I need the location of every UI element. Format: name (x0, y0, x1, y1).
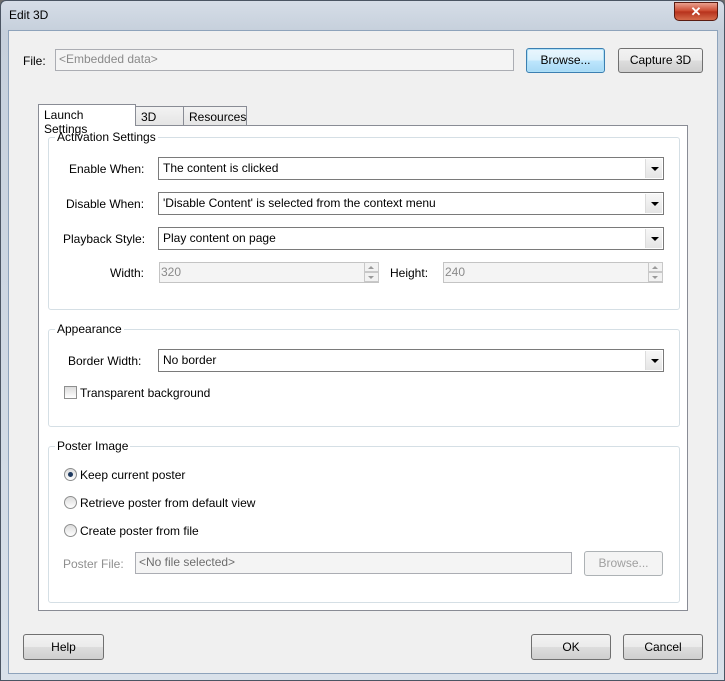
enable-when-value: The content is clicked (163, 161, 279, 175)
border-width-dropdown[interactable]: No border (158, 349, 664, 372)
playback-style-value: Play content on page (163, 231, 276, 245)
retrieve-poster-radio[interactable] (64, 496, 77, 509)
appearance-group: Appearance (48, 322, 680, 427)
retrieve-poster-label: Retrieve poster from default view (80, 496, 256, 510)
create-poster-radio[interactable] (64, 524, 77, 537)
enable-when-label: Enable When: (69, 162, 145, 176)
launch-settings-panel: Activation Settings Enable When: The con… (38, 125, 688, 611)
tab-resources[interactable]: Resources (183, 106, 247, 127)
enable-when-dropdown[interactable]: The content is clicked (158, 157, 664, 180)
spin-down-icon[interactable] (364, 272, 379, 282)
poster-browse-button[interactable]: Browse... (584, 551, 663, 576)
transparent-background-checkbox[interactable] (64, 386, 77, 399)
height-label: Height: (390, 266, 429, 280)
help-button[interactable]: Help (23, 634, 104, 660)
window-title: Edit 3D (9, 8, 49, 22)
edit-3d-dialog: Edit 3D ✕ File: <Embedded data> Browse..… (0, 0, 725, 681)
chevron-down-icon[interactable] (645, 159, 662, 178)
poster-file-label: Poster File: (63, 557, 124, 571)
keep-current-poster-label: Keep current poster (80, 468, 186, 482)
width-label: Width: (110, 266, 145, 280)
browse-button[interactable]: Browse... (526, 48, 605, 73)
border-width-value: No border (163, 353, 217, 367)
keep-current-poster-radio[interactable] (64, 468, 77, 481)
poster-file-field[interactable]: <No file selected> (135, 552, 572, 574)
ok-button[interactable]: OK (531, 634, 611, 660)
disable-when-value: 'Disable Content' is selected from the c… (163, 196, 436, 210)
create-poster-label: Create poster from file (80, 524, 199, 538)
chevron-down-icon[interactable] (645, 351, 662, 370)
tab-3d[interactable]: 3D (135, 106, 184, 127)
disable-when-label: Disable When: (66, 197, 145, 211)
width-value: 320 (161, 265, 182, 279)
disable-when-dropdown[interactable]: 'Disable Content' is selected from the c… (158, 192, 664, 215)
capture-3d-button[interactable]: Capture 3D (618, 48, 703, 73)
cancel-button[interactable]: Cancel (623, 634, 703, 660)
transparent-background-label: Transparent background (80, 386, 211, 400)
poster-image-title: Poster Image (55, 439, 131, 453)
chevron-down-icon[interactable] (645, 194, 662, 213)
playback-style-dropdown[interactable]: Play content on page (158, 227, 664, 250)
file-label: File: (23, 54, 46, 68)
file-field[interactable]: <Embedded data> (55, 49, 514, 71)
close-icon: ✕ (690, 4, 702, 19)
playback-style-label: Playback Style: (63, 232, 146, 246)
height-value: 240 (445, 265, 466, 279)
spin-up-icon[interactable] (648, 262, 663, 272)
appearance-title: Appearance (55, 322, 124, 336)
spin-up-icon[interactable] (364, 262, 379, 272)
width-spinner[interactable]: 320 (159, 262, 379, 283)
spin-down-icon[interactable] (648, 272, 663, 282)
height-spinner[interactable]: 240 (443, 262, 663, 283)
close-button[interactable]: ✕ (674, 2, 718, 21)
tab-launch-settings[interactable]: Launch Settings (38, 104, 136, 136)
border-width-label: Border Width: (68, 354, 142, 368)
chevron-down-icon[interactable] (645, 229, 662, 248)
